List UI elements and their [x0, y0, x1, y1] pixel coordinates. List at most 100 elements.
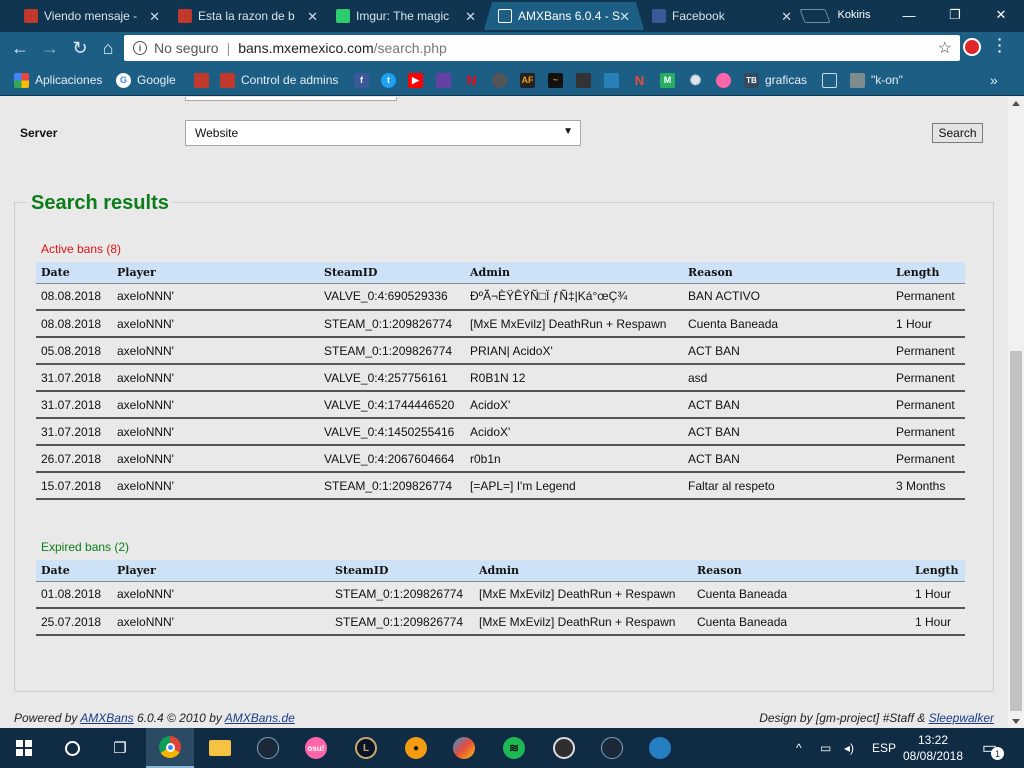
taskbar-teamspeak[interactable]: [636, 728, 684, 768]
cell-reason: Cuenta Baneada: [692, 581, 910, 609]
restore-button[interactable]: ❐: [932, 0, 978, 30]
taskbar-obs[interactable]: [540, 728, 588, 768]
reload-button[interactable]: ↻: [68, 37, 92, 59]
profile-button[interactable]: Kokiris: [820, 4, 888, 26]
system-clock[interactable]: 13:22 08/08/2018: [898, 732, 968, 764]
tab-label: Esta la razon de b: [198, 9, 295, 23]
cell-player: axeloNNN': [112, 283, 319, 311]
home-button[interactable]: ⌂: [96, 37, 120, 59]
network-icon[interactable]: ▭: [820, 728, 831, 768]
bookmark-dark[interactable]: [576, 71, 591, 89]
sleepwalker-link[interactable]: Sleepwalker: [929, 711, 994, 725]
bookmark-facebook[interactable]: f: [354, 71, 369, 89]
close-tab-icon[interactable]: ✕: [465, 9, 476, 25]
column-header-reason[interactable]: Reason: [683, 262, 891, 284]
bookmark-aplicaciones[interactable]: Aplicaciones: [14, 71, 102, 89]
bookmark-blue-square[interactable]: [604, 71, 619, 89]
bookmark-af[interactable]: AF: [520, 71, 535, 89]
bookmark-twitch[interactable]: [436, 71, 451, 89]
tray-overflow-icon[interactable]: ^: [796, 728, 802, 768]
close-window-button[interactable]: ✕: [978, 0, 1024, 30]
bookmark-twitter[interactable]: t: [381, 71, 396, 89]
close-tab-icon[interactable]: ✕: [781, 9, 792, 25]
taskbar-file-explorer[interactable]: [196, 728, 244, 768]
info-icon[interactable]: i: [133, 41, 147, 55]
bookmark-star-icon[interactable]: ☆: [938, 38, 952, 58]
browser-menu-icon[interactable]: · · ·: [995, 32, 1005, 58]
youtube-icon: ▶: [408, 72, 423, 88]
active-bans-title: Active bans (8): [41, 242, 122, 256]
column-header-player[interactable]: Player: [112, 560, 330, 582]
bookmark-graficas[interactable]: TB graficas: [744, 71, 807, 89]
action-center-button[interactable]: ▭ 1: [982, 728, 1004, 768]
bookmark-red-mark[interactable]: [194, 71, 209, 89]
input-language[interactable]: ESP: [872, 728, 896, 768]
chrome-icon: [159, 736, 181, 758]
table-row: 05.08.2018 axeloNNN' STEAM_0:1:209826774 PR…: [36, 337, 965, 365]
taskbar-steam[interactable]: [244, 728, 292, 768]
close-tab-icon[interactable]: ✕: [149, 9, 160, 25]
column-header-player[interactable]: Player: [112, 262, 319, 284]
tab-viendo-mensaje[interactable]: Viendo mensaje - ✕: [16, 2, 168, 30]
server-select[interactable]: Website ▼: [185, 120, 581, 146]
address-bar[interactable]: i No seguro | bans.mxemexico.com /search…: [124, 35, 960, 61]
bookmark-gear[interactable]: ✺: [688, 71, 703, 89]
notification-icon: ▭ 1: [982, 738, 1004, 760]
column-header-length[interactable]: Length: [891, 262, 965, 284]
back-button[interactable]: ←: [8, 37, 32, 59]
taskbar-csgo[interactable]: ●: [392, 728, 440, 768]
bookmark-youtube[interactable]: ▶: [408, 71, 423, 89]
tab-amxbans[interactable]: AMXBans 6.0.4 - S ✕: [484, 2, 644, 30]
page-scrollbar[interactable]: [1008, 97, 1024, 728]
bookmark-google[interactable]: G Google: [116, 71, 176, 89]
tab-imgur[interactable]: Imgur: The magic ✕: [328, 2, 484, 30]
tab-facebook[interactable]: Facebook ✕: [644, 2, 800, 30]
cell-player: axeloNNN': [112, 364, 319, 392]
taskbar-paint[interactable]: [440, 728, 488, 768]
column-header-date[interactable]: Date: [36, 560, 112, 582]
close-tab-icon[interactable]: ✕: [619, 9, 630, 25]
bookmark-control-de-admins[interactable]: Control de admins: [220, 71, 338, 89]
bookmark-osu[interactable]: [716, 71, 731, 89]
column-header-date[interactable]: Date: [36, 262, 112, 284]
cell-reason: Cuenta Baneada: [683, 310, 891, 338]
scroll-down-icon[interactable]: [1012, 719, 1020, 724]
taskbar-chrome[interactable]: [146, 728, 194, 768]
scrollbar-thumb[interactable]: [1010, 351, 1022, 711]
column-header-steamid[interactable]: SteamID: [319, 262, 465, 284]
column-header-admin[interactable]: Admin: [474, 560, 692, 582]
tab-esta-la-razon[interactable]: Esta la razon de b ✕: [170, 2, 326, 30]
bookmarks-overflow-button[interactable]: »: [990, 71, 998, 89]
league-icon: L: [355, 737, 377, 759]
volume-icon[interactable]: ◂): [844, 728, 854, 768]
taskbar-league[interactable]: L: [342, 728, 390, 768]
bookmark-m[interactable]: M: [660, 71, 675, 89]
column-header-reason[interactable]: Reason: [692, 560, 910, 582]
bookmark-steam[interactable]: [492, 71, 507, 89]
amxbans-link[interactable]: AMXBans: [80, 711, 133, 725]
red-mark-icon: [194, 72, 209, 88]
forward-button[interactable]: →: [38, 37, 62, 59]
taskbar-steam-2[interactable]: [588, 728, 636, 768]
previous-input-field[interactable]: [185, 97, 397, 101]
column-header-admin[interactable]: Admin: [465, 262, 683, 284]
minimize-button[interactable]: —: [886, 0, 932, 30]
bookmark-red-n[interactable]: N: [632, 71, 647, 89]
bookmark-page[interactable]: [822, 71, 837, 89]
amxbans-de-link[interactable]: AMXBans.de: [225, 711, 295, 725]
bookmark-k-on[interactable]: "k-on": [850, 71, 903, 89]
task-view-button[interactable]: ❐: [96, 728, 144, 768]
taskbar-spotify[interactable]: ≋: [490, 728, 538, 768]
column-header-steamid[interactable]: SteamID: [330, 560, 474, 582]
bookmark-netflix[interactable]: N: [464, 71, 479, 89]
google-g-icon: G: [116, 72, 131, 88]
search-button[interactable]: Search: [932, 123, 983, 143]
close-tab-icon[interactable]: ✕: [307, 9, 318, 25]
extension-icon[interactable]: [963, 38, 981, 56]
cortana-button[interactable]: [48, 728, 96, 768]
scroll-up-icon[interactable]: [1012, 101, 1020, 106]
bookmark-wave[interactable]: ~: [548, 71, 563, 89]
taskbar-osu[interactable]: osu!: [292, 728, 340, 768]
column-header-length[interactable]: Length: [910, 560, 965, 582]
start-button[interactable]: [0, 728, 48, 768]
